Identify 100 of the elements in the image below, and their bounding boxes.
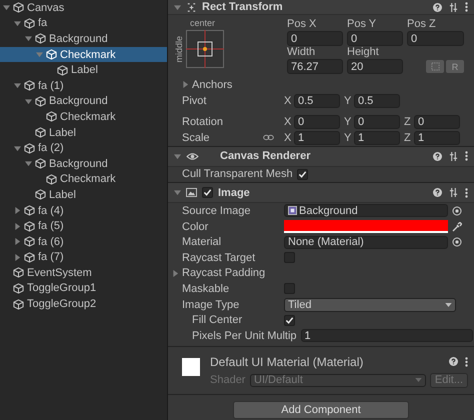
expanded-arrow-icon[interactable] [25, 35, 32, 42]
expanded-arrow-icon[interactable] [25, 98, 32, 105]
checkbox[interactable] [296, 168, 308, 180]
property-label: Rotation [182, 116, 223, 128]
expanded-arrow-icon[interactable] [174, 189, 181, 196]
input-field[interactable]: 0 [287, 31, 343, 46]
help-icon[interactable] [433, 152, 442, 161]
hierarchy-item[interactable]: Label [0, 124, 167, 140]
input-field[interactable]: 0.5 [354, 94, 400, 108]
input-field[interactable]: 0 [407, 31, 464, 46]
more-icon[interactable] [465, 188, 468, 198]
rect-transform-icon [186, 2, 197, 12]
component-title: Canvas Renderer [219, 150, 312, 162]
hierarchy-item[interactable]: Label [0, 62, 167, 78]
help-icon[interactable] [433, 2, 442, 12]
anchor-horizontal-label: center [189, 18, 216, 28]
axis-label: Y [344, 94, 352, 107]
component-header[interactable]: Rect Transform [168, 0, 474, 15]
sliders-icon[interactable] [449, 2, 458, 12]
hierarchy-item[interactable]: Checkmark [0, 172, 167, 188]
collapsed-arrow-icon[interactable] [172, 270, 179, 277]
help-icon[interactable] [433, 188, 442, 198]
component-header[interactable]: Image [168, 182, 474, 204]
caret-icon [414, 378, 422, 382]
axis-label: X [284, 94, 292, 107]
more-icon[interactable] [465, 356, 468, 367]
property-label: Maskable [182, 282, 230, 295]
hierarchy-item[interactable]: Background [0, 94, 167, 110]
checkbox[interactable] [284, 283, 295, 294]
hierarchy-item[interactable]: fa (6) [0, 234, 167, 250]
collapsed-arrow-icon[interactable] [14, 238, 21, 246]
more-icon[interactable] [465, 2, 468, 12]
input-field[interactable]: 1 [354, 130, 400, 145]
input-field[interactable]: 0 [414, 114, 460, 129]
hierarchy-item[interactable]: Background [0, 156, 167, 172]
image-type-dropdown[interactable]: Tiled [284, 298, 456, 312]
input-field[interactable]: 0 [294, 114, 340, 129]
cube-icon [13, 267, 24, 278]
property-label: Color [182, 220, 208, 233]
collapsed-arrow-icon[interactable] [14, 207, 21, 214]
cube-icon [24, 18, 35, 29]
hierarchy-item[interactable]: Background [0, 31, 167, 47]
property-label: Cull Transparent Mesh [182, 168, 293, 180]
eyedropper-icon[interactable] [452, 222, 462, 232]
collapsed-arrow-icon[interactable] [14, 222, 21, 230]
axis-label: X [284, 116, 292, 128]
hierarchy-item[interactable]: Canvas [0, 0, 167, 16]
hierarchy-item[interactable]: Checkmark [0, 46, 167, 62]
object-picker-icon[interactable] [452, 237, 462, 248]
input-field[interactable]: 0 [354, 114, 400, 129]
expanded-arrow-icon[interactable] [14, 20, 21, 27]
link-icon[interactable] [263, 134, 274, 142]
input-field[interactable]: 20 [347, 59, 403, 74]
help-icon[interactable] [449, 357, 458, 366]
expanded-arrow-icon[interactable] [174, 4, 181, 10]
checkbox[interactable] [284, 252, 295, 264]
hierarchy-item[interactable]: EventSystem [0, 265, 167, 281]
anchor-preset-icon[interactable] [186, 30, 224, 68]
hierarchy-item[interactable]: fa [0, 16, 167, 32]
hierarchy-item[interactable]: fa (5) [0, 218, 167, 234]
checkbox[interactable] [284, 314, 295, 326]
input-field[interactable]: 76.27 [287, 59, 343, 74]
sliders-icon[interactable] [449, 188, 458, 198]
hierarchy-item[interactable]: fa (1) [0, 78, 167, 94]
axis-label: Y [344, 116, 352, 128]
cube-icon [35, 158, 46, 170]
expanded-arrow-icon[interactable] [25, 160, 32, 168]
caret-icon [445, 302, 452, 307]
input-field[interactable]: 0.5 [294, 94, 340, 108]
cube-icon [24, 220, 35, 232]
checkbox[interactable] [202, 187, 213, 198]
expanded-arrow-icon[interactable] [14, 144, 21, 152]
input-field[interactable]: 1 [294, 130, 340, 145]
collapsed-arrow-icon[interactable] [14, 254, 21, 261]
component-title: Image [218, 186, 251, 199]
object-field[interactable]: None (Material) [284, 236, 448, 249]
input-field[interactable]: 1 [300, 329, 473, 342]
hierarchy-item[interactable]: fa (4) [0, 202, 167, 218]
collapsed-arrow-icon[interactable] [182, 81, 189, 88]
expanded-arrow-icon[interactable] [14, 82, 21, 90]
axis-label: Z [404, 116, 412, 128]
input-field[interactable]: 1 [414, 130, 460, 145]
expanded-arrow-icon[interactable] [174, 152, 181, 160]
expanded-arrow-icon[interactable] [3, 4, 10, 12]
hierarchy-item[interactable]: fa (7) [0, 250, 167, 266]
hierarchy-item[interactable]: fa (2) [0, 140, 167, 156]
object-picker-icon[interactable] [452, 206, 462, 216]
cube-icon [35, 127, 46, 138]
hierarchy-item[interactable]: Label [0, 187, 167, 203]
sliders-icon[interactable] [449, 152, 458, 161]
add-component-button[interactable]: Add Component [233, 400, 409, 419]
more-icon[interactable] [465, 151, 468, 162]
object-field[interactable]: Background [284, 204, 448, 218]
hierarchy-item[interactable]: ToggleGroup2 [0, 296, 167, 312]
hierarchy-item[interactable]: Checkmark [0, 109, 167, 125]
input-field[interactable]: 0 [347, 31, 403, 46]
field-label: Height [347, 46, 380, 59]
color-field[interactable] [284, 220, 448, 234]
hierarchy-item[interactable]: ToggleGroup1 [0, 280, 167, 296]
component-header[interactable]: Canvas Renderer [168, 146, 474, 167]
